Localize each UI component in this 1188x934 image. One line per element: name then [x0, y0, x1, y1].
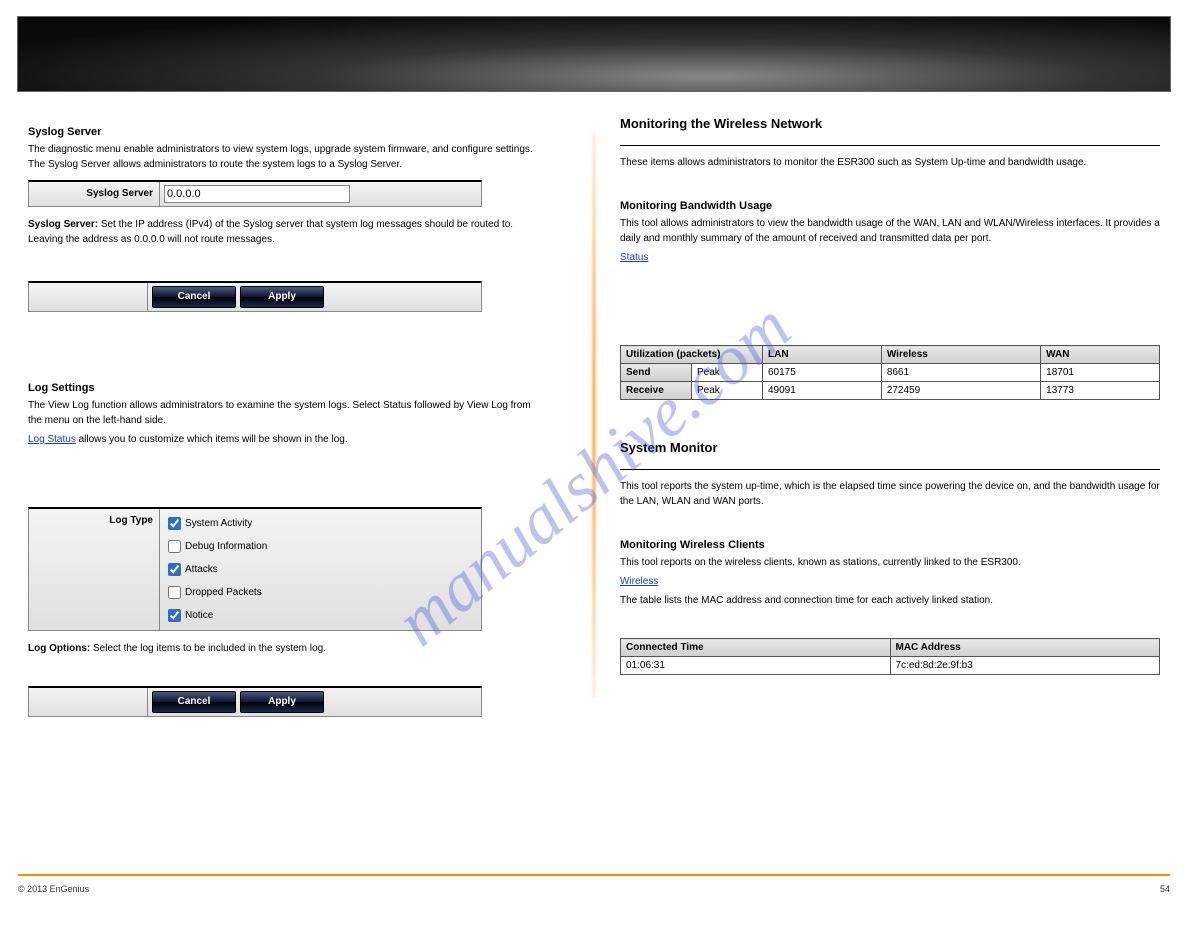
- bandwidth-title: Monitoring Bandwidth Usage: [620, 200, 1160, 212]
- footer-rule: [18, 874, 1170, 876]
- util-h0: Utilization (packets): [621, 346, 763, 364]
- footer-right: 54: [1160, 884, 1170, 894]
- lbl-system-activity: System Activity: [185, 518, 252, 529]
- logtype-options: System Activity Debug Information Attack…: [160, 509, 481, 630]
- right-column: Monitoring the Wireless Network These it…: [580, 92, 1170, 727]
- lbl-attacks: Attacks: [185, 564, 218, 575]
- wireless-link[interactable]: Wireless: [620, 576, 658, 587]
- footer-left: © 2013 EnGenius: [18, 884, 89, 894]
- logtype-form: Log Type System Activity Debug Informati…: [28, 507, 482, 631]
- log-title: Log Settings: [28, 382, 540, 394]
- system-rule: [620, 468, 1160, 470]
- log-link-line: Log Status allows you to customize which…: [28, 432, 540, 447]
- top-banner: [17, 16, 1171, 92]
- left-column: Syslog Server The diagnostic menu enable…: [18, 92, 580, 727]
- syslog-hint-title: Syslog Server:: [28, 219, 98, 230]
- log-hint: Log Options: Select the log items to be …: [28, 641, 540, 656]
- chk-attacks[interactable]: [168, 563, 181, 576]
- wireless-title: Monitoring Wireless Clients: [620, 539, 1160, 551]
- lbl-dropped: Dropped Packets: [185, 587, 262, 598]
- table-row: Receive Peak 49091 272459 13773: [621, 382, 1160, 400]
- syslog-title: Syslog Server: [28, 126, 540, 138]
- syslog-desc: The diagnostic menu enable administrator…: [28, 142, 540, 172]
- monitor-rule: [620, 144, 1160, 146]
- syslog-hint-body: Set the IP address (IPv4) of the Syslog …: [28, 219, 513, 245]
- table-row: Send Peak 60175 8661 18701: [621, 364, 1160, 382]
- syslog-input[interactable]: [164, 185, 350, 203]
- table-row: 01:06:31 7c:ed:8d:2e:9f:b3: [621, 657, 1160, 675]
- apply-button[interactable]: Apply: [240, 286, 324, 308]
- cancel-button[interactable]: Cancel: [152, 286, 236, 308]
- apply-button-2[interactable]: Apply: [240, 691, 324, 713]
- lbl-debug-info: Debug Information: [185, 541, 267, 552]
- syslog-button-bar: Cancel Apply: [28, 281, 482, 312]
- log-hint-body: Select the log items to be included in t…: [93, 643, 326, 654]
- cancel-button-2[interactable]: Cancel: [152, 691, 236, 713]
- chk-debug-info[interactable]: [168, 540, 181, 553]
- syslog-hint: Syslog Server: Set the IP address (IPv4)…: [28, 217, 540, 247]
- wireless-body2-line: Wireless: [620, 574, 1160, 589]
- log-hint-title: Log Options:: [28, 643, 90, 654]
- utilization-table: Utilization (packets) LAN Wireless WAN S…: [620, 345, 1160, 400]
- client-h1: MAC Address: [890, 639, 1160, 657]
- footer: © 2013 EnGenius 54: [18, 884, 1170, 894]
- bandwidth-body2: Status Select Status followed by Bandwid…: [620, 250, 1160, 265]
- util-h1: LAN: [763, 346, 882, 364]
- util-h2: Wireless: [881, 346, 1040, 364]
- log-button-bar: Cancel Apply: [28, 686, 482, 717]
- log-desc: The View Log function allows administrat…: [28, 398, 540, 428]
- status-link[interactable]: Status: [620, 252, 648, 263]
- wireless-body1: This tool reports on the wireless client…: [620, 555, 1160, 570]
- log-link-body: allows you to customize which items will…: [79, 434, 348, 445]
- logtype-field-label: Log Type: [29, 509, 160, 630]
- page-body: Syslog Server The diagnostic menu enable…: [18, 92, 1170, 727]
- chk-notice[interactable]: [168, 609, 181, 622]
- bandwidth-body1: This tool allows administrators to view …: [620, 216, 1160, 246]
- client-h0: Connected Time: [621, 639, 891, 657]
- client-table: Connected Time MAC Address 01:06:31 7c:e…: [620, 638, 1160, 675]
- syslog-form: Syslog Server: [28, 180, 482, 207]
- system-body: This tool reports the system up-time, wh…: [620, 479, 1160, 509]
- system-heading: System Monitor: [620, 440, 1160, 455]
- chk-dropped[interactable]: [168, 586, 181, 599]
- util-h3: WAN: [1041, 346, 1160, 364]
- monitor-body: These items allows administrators to mon…: [620, 155, 1160, 170]
- syslog-field-label: Syslog Server: [29, 182, 160, 206]
- wireless-body3: The table lists the MAC address and conn…: [620, 593, 1160, 608]
- log-status-link[interactable]: Log Status: [28, 434, 76, 445]
- lbl-notice: Notice: [185, 610, 213, 621]
- chk-system-activity[interactable]: [168, 517, 181, 530]
- monitor-heading: Monitoring the Wireless Network: [620, 116, 1160, 131]
